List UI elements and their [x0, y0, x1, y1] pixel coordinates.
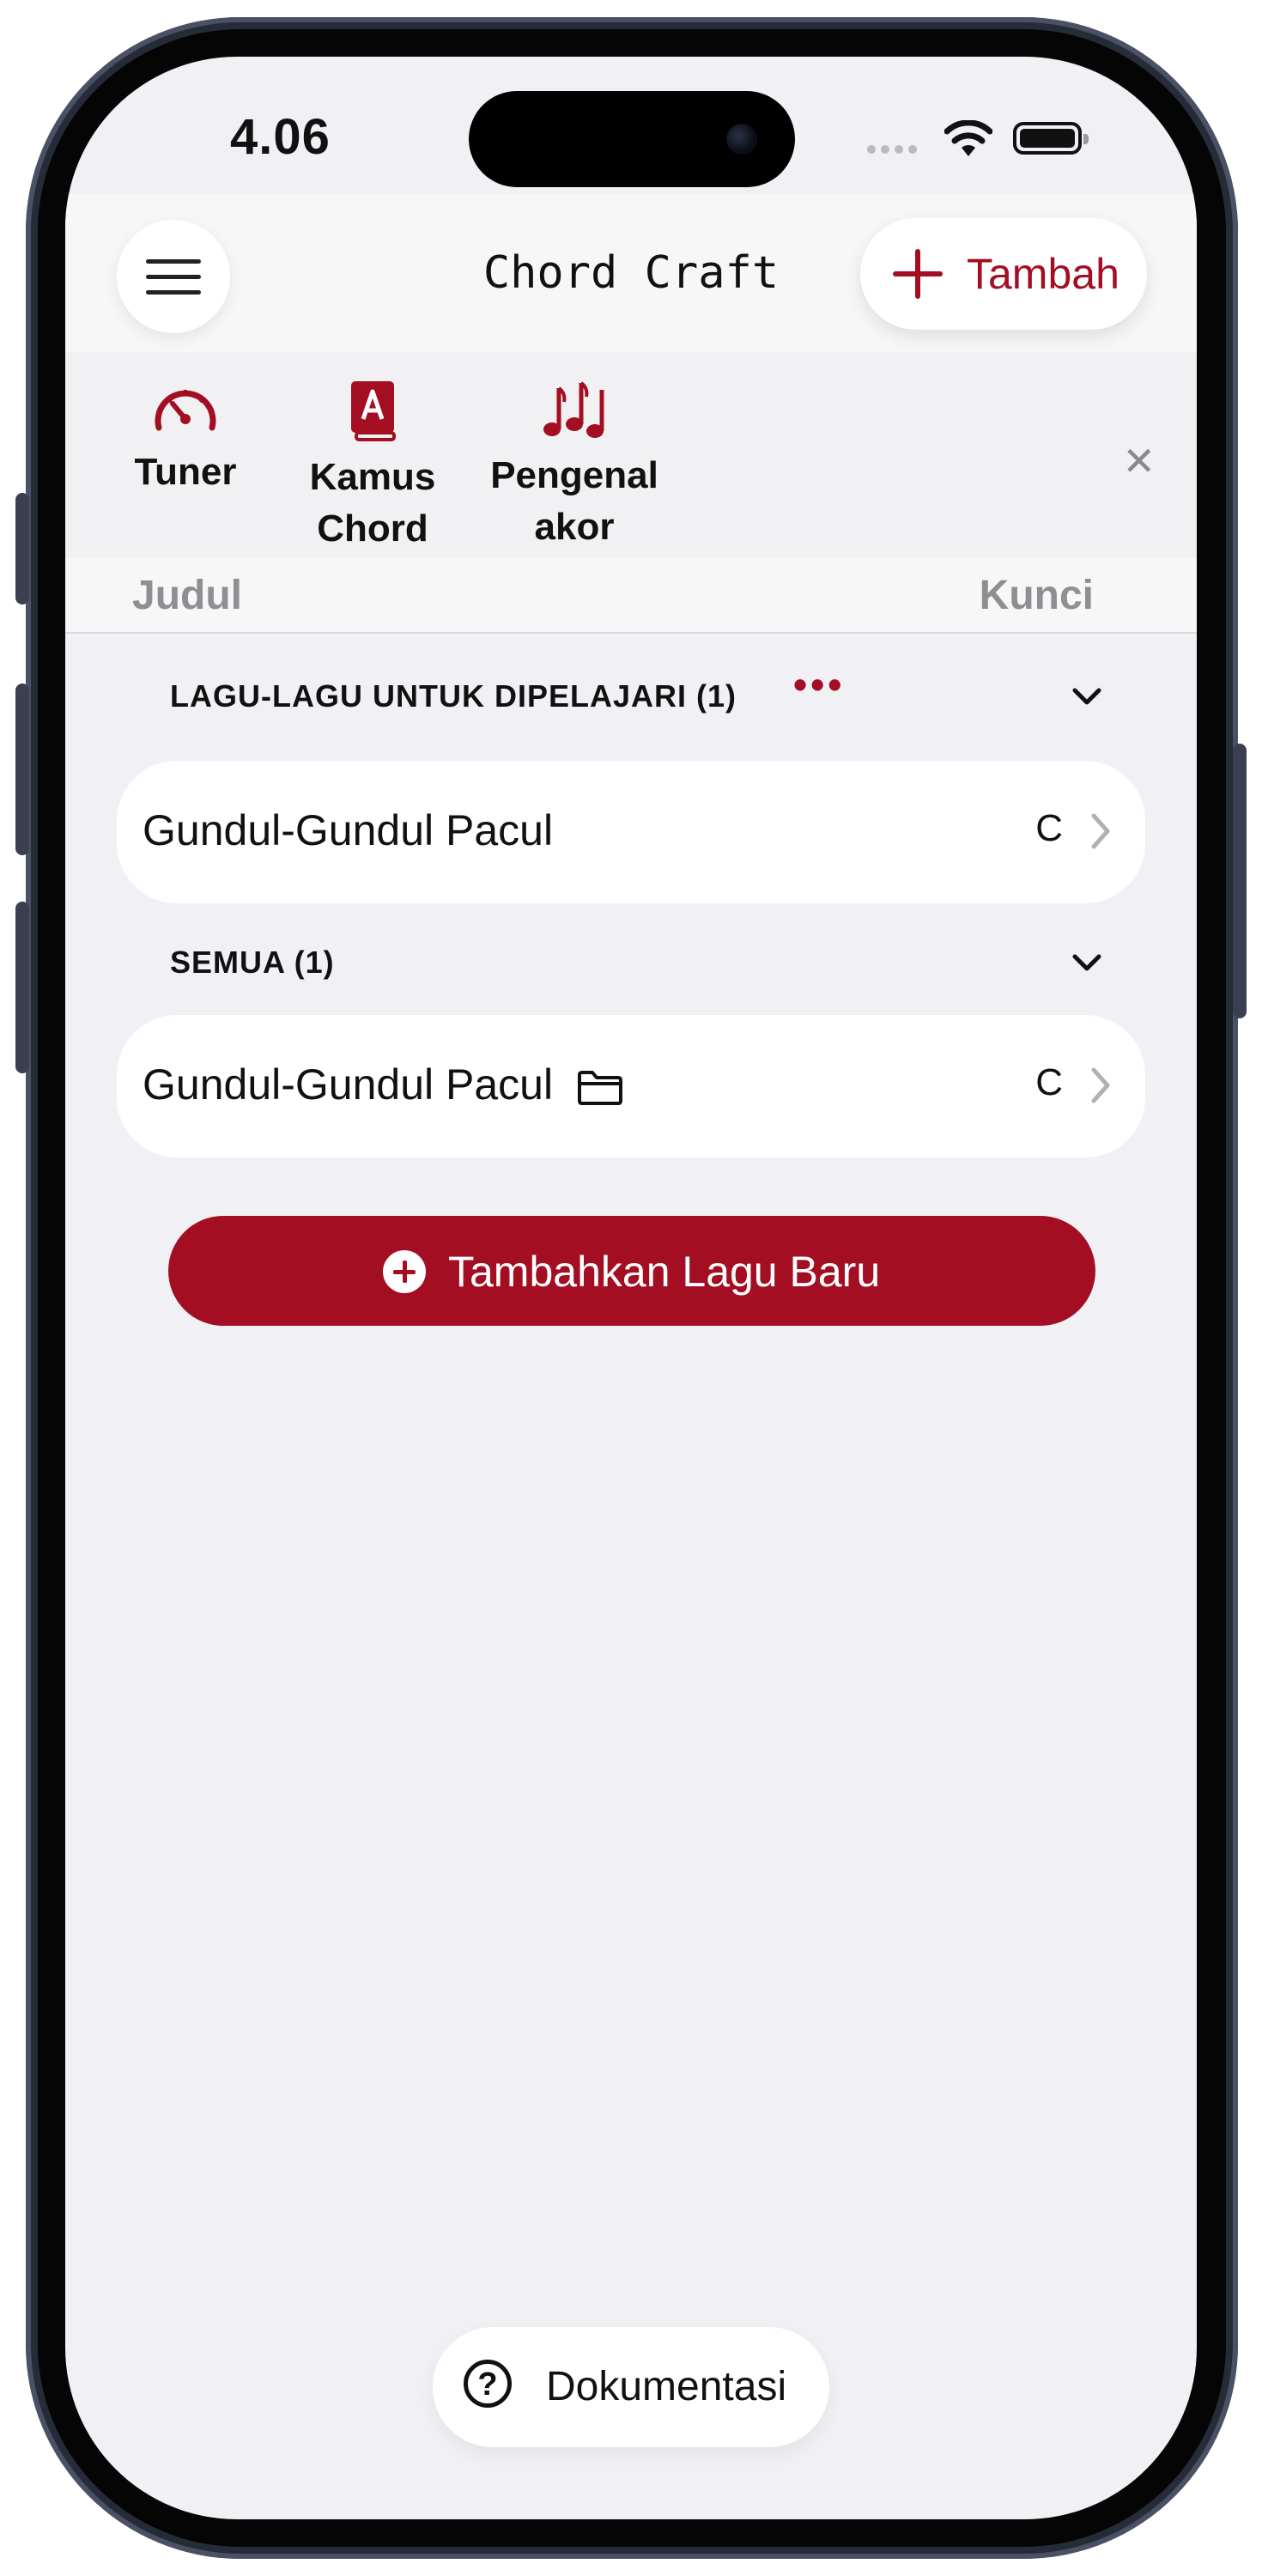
battery-icon [1013, 122, 1089, 155]
song-title: Gundul-Gundul Pacul [143, 806, 554, 854]
chevron-down-icon[interactable] [1071, 682, 1102, 713]
tool-recognizer-label-2: akor [534, 506, 615, 548]
gauge-icon [155, 390, 216, 431]
chevron-right-icon [1091, 1067, 1110, 1103]
more-options-icon[interactable]: ••• [793, 661, 845, 708]
wifi-icon [944, 120, 992, 156]
song-row[interactable]: Gundul-Gundul Pacul C [117, 761, 1145, 903]
tool-recognizer-label-1: Pengenal [490, 454, 658, 496]
song-key: C [1035, 1061, 1063, 1103]
tool-chord-recognizer[interactable]: Pengenal akor [484, 380, 664, 553]
plus-circle-icon [383, 1250, 426, 1293]
cellular-signal-icon [867, 143, 922, 158]
action-button [15, 493, 29, 605]
section-header-all: SEMUA (1) [170, 945, 335, 980]
chevron-right-icon [1091, 813, 1110, 849]
song-row[interactable]: Gundul-Gundul Pacul C [117, 1015, 1145, 1157]
volume-down-button [15, 902, 29, 1073]
tool-chord-dictionary[interactable]: Kamus Chord [304, 380, 441, 555]
volume-up-button [15, 683, 29, 855]
column-header: Judul Kunci [65, 558, 1197, 634]
status-time: 4.06 [230, 109, 331, 165]
screen: 4.06 Chord Craft Tambah Tuner Kamus Chor… [65, 57, 1197, 2519]
plus-icon [893, 249, 943, 299]
song-title-with-folder: Gundul-Gundul Pacul [143, 1060, 623, 1109]
tools-toolbar: Tuner Kamus Chord Pengenal akor ✕ [65, 352, 1197, 560]
power-button [1233, 744, 1247, 1018]
camera-icon [726, 124, 757, 155]
song-key: C [1035, 807, 1063, 849]
question-circle-icon: ? [464, 2360, 512, 2408]
dictionary-icon [351, 381, 396, 441]
app-header: Chord Craft Tambah [65, 194, 1197, 352]
column-title-header[interactable]: Judul [132, 572, 242, 619]
documentation-label: Dokumentasi [546, 2364, 787, 2409]
tool-dictionary-label-1: Kamus [309, 456, 436, 498]
documentation-button[interactable]: ? Dokumentasi [433, 2327, 829, 2447]
song-title: Gundul-Gundul Pacul [143, 1060, 554, 1109]
folder-icon [577, 1070, 622, 1105]
dynamic-island [469, 91, 795, 187]
section-header-learn: LAGU-LAGU UNTUK DIPELAJARI (1) [170, 678, 737, 714]
tool-tuner-label: Tuner [134, 451, 237, 493]
close-toolbar-icon[interactable]: ✕ [1122, 438, 1156, 484]
add-button[interactable]: Tambah [860, 218, 1147, 330]
add-new-song-label: Tambahkan Lagu Baru [448, 1248, 881, 1296]
add-new-song-button[interactable]: Tambahkan Lagu Baru [168, 1216, 1095, 1326]
add-button-label: Tambah [967, 250, 1119, 298]
chevron-down-icon[interactable] [1071, 948, 1102, 979]
tool-dictionary-label-2: Chord [317, 507, 428, 550]
column-key-header[interactable]: Kunci [980, 572, 1094, 619]
music-notes-icon [543, 381, 604, 438]
tool-tuner[interactable]: Tuner [125, 380, 246, 498]
